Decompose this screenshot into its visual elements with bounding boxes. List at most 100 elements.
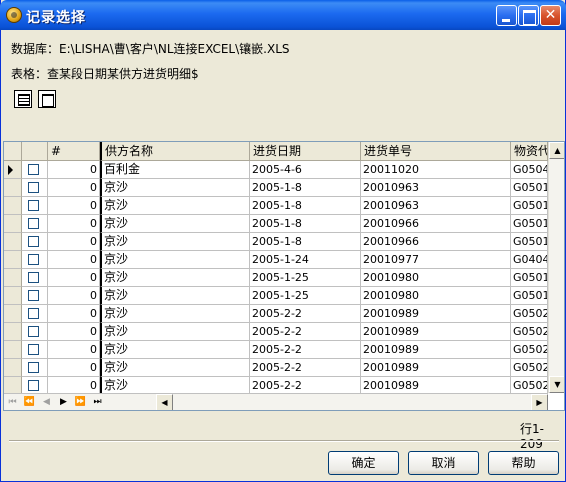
row-checkbox-cell[interactable]	[22, 287, 48, 305]
maximize-button[interactable]	[518, 5, 539, 26]
records-grid[interactable]: # 供方名称 进货日期 进货单号 物资代 0 百利金 2005-4-6 2001102…	[3, 141, 565, 411]
row-supplier[interactable]: 京沙	[100, 197, 250, 215]
row-supplier[interactable]: 京沙	[100, 341, 250, 359]
row-supplier[interactable]: 京沙	[100, 305, 250, 323]
scroll-right-icon[interactable]: ▶	[531, 394, 548, 410]
row-num[interactable]: 0	[48, 323, 100, 341]
row-date[interactable]: 2005-4-6	[250, 161, 361, 179]
vertical-scrollbar[interactable]: ▲ ▼	[548, 142, 564, 393]
row-date[interactable]: 2005-1-25	[250, 269, 361, 287]
row-num[interactable]: 0	[48, 287, 100, 305]
row-date[interactable]: 2005-2-2	[250, 341, 361, 359]
first-record-icon[interactable]: ⏮	[4, 395, 21, 410]
row-supplier[interactable]: 京沙	[100, 359, 250, 377]
row-num[interactable]: 0	[48, 341, 100, 359]
next-record-icon[interactable]: ▶	[55, 395, 72, 410]
row-supplier[interactable]: 京沙	[100, 323, 250, 341]
help-button[interactable]: 帮助	[488, 451, 559, 475]
row-num[interactable]: 0	[48, 359, 100, 377]
row-date[interactable]: 2005-2-2	[250, 359, 361, 377]
header-date[interactable]: 进货日期	[250, 142, 361, 161]
row-code[interactable]: G05020	[511, 341, 548, 359]
row-checkbox[interactable]	[28, 326, 39, 337]
scroll-down-icon[interactable]: ▼	[549, 376, 564, 393]
row-code[interactable]: G05012	[511, 287, 548, 305]
table-row[interactable]: 0京沙2005-1-820010963G05011	[4, 179, 548, 197]
table-row[interactable]: 0京沙2005-1-2520010980G05012	[4, 287, 548, 305]
scroll-up-icon[interactable]: ▲	[549, 142, 564, 159]
row-checkbox[interactable]	[28, 380, 39, 391]
row-num[interactable]: 0	[48, 197, 100, 215]
row-supplier[interactable]: 京沙	[100, 179, 250, 197]
row-order[interactable]: 20010989	[361, 305, 511, 323]
row-checkbox-cell[interactable]	[22, 233, 48, 251]
row-checkbox-cell[interactable]	[22, 179, 48, 197]
prev-page-icon[interactable]: ⏪	[21, 395, 38, 410]
row-code[interactable]: G05012	[511, 269, 548, 287]
row-num[interactable]: 0	[48, 269, 100, 287]
scroll-left-icon[interactable]: ◀	[156, 394, 173, 410]
row-order[interactable]: 20010989	[361, 359, 511, 377]
table-row[interactable]: 0京沙2005-2-220010989G05020	[4, 341, 548, 359]
form-view-icon[interactable]	[38, 90, 56, 108]
row-checkbox[interactable]	[28, 200, 39, 211]
row-code[interactable]: G05020	[511, 305, 548, 323]
row-checkbox-cell[interactable]	[22, 197, 48, 215]
row-num[interactable]: 0	[48, 233, 100, 251]
row-order[interactable]: 20010980	[361, 269, 511, 287]
grid-view-icon[interactable]	[14, 90, 32, 108]
row-checkbox[interactable]	[28, 218, 39, 229]
row-code[interactable]: G05011	[511, 197, 548, 215]
row-checkbox-cell[interactable]	[22, 359, 48, 377]
row-num[interactable]: 0	[48, 251, 100, 269]
row-num[interactable]: 0	[48, 305, 100, 323]
row-supplier[interactable]: 京沙	[100, 215, 250, 233]
last-record-icon[interactable]: ⏭	[89, 395, 106, 410]
row-num[interactable]: 0	[48, 161, 100, 179]
row-date[interactable]: 2005-1-8	[250, 233, 361, 251]
row-date[interactable]: 2005-2-2	[250, 323, 361, 341]
table-row[interactable]: 0京沙2005-1-2420010977G04042	[4, 251, 548, 269]
row-order[interactable]: 20010963	[361, 197, 511, 215]
row-order[interactable]: 20010963	[361, 179, 511, 197]
row-code[interactable]: G05011	[511, 179, 548, 197]
row-checkbox-cell[interactable]	[22, 305, 48, 323]
row-num[interactable]: 0	[48, 215, 100, 233]
row-checkbox[interactable]	[28, 164, 39, 175]
row-code[interactable]: G04042	[511, 251, 548, 269]
row-checkbox[interactable]	[28, 254, 39, 265]
row-code[interactable]: G05040	[511, 161, 548, 179]
table-row[interactable]: 0京沙2005-2-220010989G05020	[4, 323, 548, 341]
table-row[interactable]: 0京沙2005-2-220010989G05020	[4, 359, 548, 377]
row-supplier[interactable]: 百利金	[100, 161, 250, 179]
table-row[interactable]: 0百利金2005-4-620011020G05040	[4, 161, 548, 179]
row-code[interactable]: G05011	[511, 233, 548, 251]
row-supplier[interactable]: 京沙	[100, 251, 250, 269]
table-row[interactable]: 0京沙2005-1-2520010980G05012	[4, 269, 548, 287]
row-checkbox-cell[interactable]	[22, 341, 48, 359]
row-date[interactable]: 2005-1-24	[250, 251, 361, 269]
row-checkbox[interactable]	[28, 236, 39, 247]
row-order[interactable]: 20010980	[361, 287, 511, 305]
table-row[interactable]: 0京沙2005-2-220010989G05020	[4, 305, 548, 323]
row-supplier[interactable]: 京沙	[100, 233, 250, 251]
row-order[interactable]: 20010989	[361, 341, 511, 359]
next-page-icon[interactable]: ⏩	[72, 395, 89, 410]
title-bar[interactable]: 记录选择 ✕	[0, 0, 566, 30]
ok-button[interactable]: 确定	[328, 451, 399, 475]
row-code[interactable]: G05020	[511, 323, 548, 341]
row-order[interactable]: 20011020	[361, 161, 511, 179]
row-order[interactable]: 20010977	[361, 251, 511, 269]
row-checkbox-cell[interactable]	[22, 161, 48, 179]
row-checkbox-cell[interactable]	[22, 323, 48, 341]
row-checkbox-cell[interactable]	[22, 215, 48, 233]
row-checkbox[interactable]	[28, 308, 39, 319]
row-date[interactable]: 2005-1-8	[250, 215, 361, 233]
row-supplier[interactable]: 京沙	[100, 287, 250, 305]
row-checkbox-cell[interactable]	[22, 269, 48, 287]
row-num[interactable]: 0	[48, 179, 100, 197]
row-order[interactable]: 20010989	[361, 323, 511, 341]
prev-record-icon[interactable]: ◀	[38, 395, 55, 410]
row-checkbox[interactable]	[28, 272, 39, 283]
row-checkbox[interactable]	[28, 290, 39, 301]
